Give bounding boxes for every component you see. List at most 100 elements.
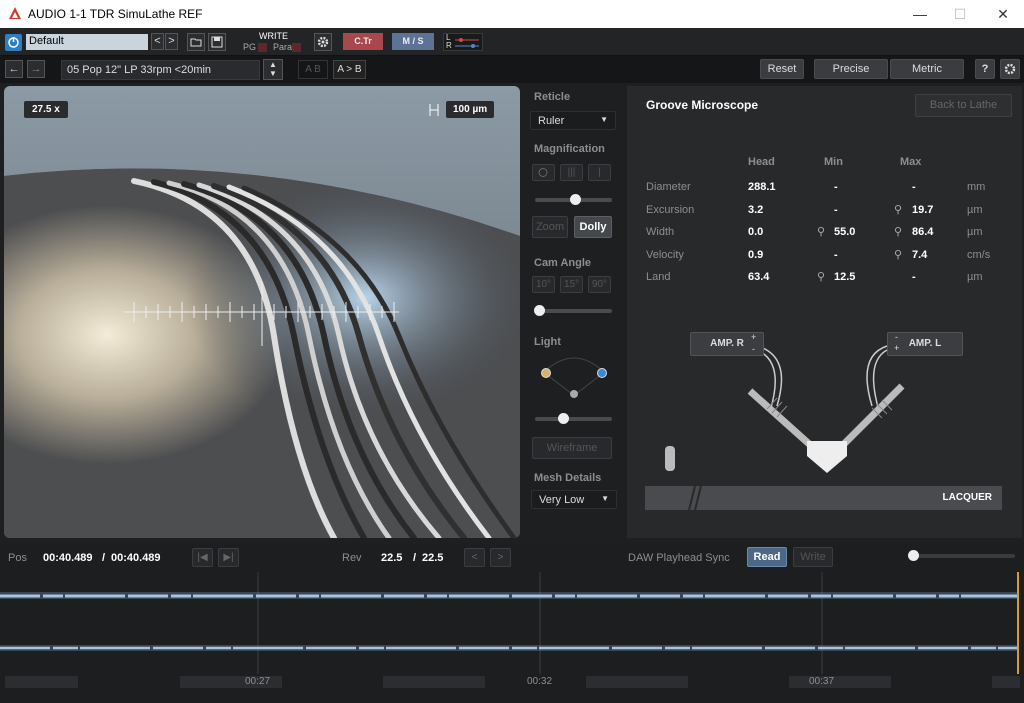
settings-button[interactable] <box>314 33 332 51</box>
reset-button[interactable]: Reset <box>760 59 804 79</box>
zoom-button[interactable]: Zoom <box>532 216 568 238</box>
transport-panel: Pos 00:40.489 / 00:40.489 |◀ ▶| Rev 22.5… <box>0 544 1024 703</box>
groove-microscope-panel: Groove Microscope Back to Lathe Head Min… <box>627 86 1022 538</box>
circle-icon <box>538 168 548 177</box>
locate-min-icon[interactable]: ⚲ <box>817 225 825 238</box>
close-button[interactable]: ✕ <box>983 3 1023 25</box>
light-slider-knob[interactable] <box>558 413 569 424</box>
pg-indicator[interactable] <box>258 43 267 52</box>
row-label: Width <box>646 226 675 238</box>
row-diameter: Diameter 288.1 - - mm <box>627 181 1022 195</box>
open-folder-button[interactable] <box>187 33 205 51</box>
preset-name-field[interactable]: Default <box>26 34 148 50</box>
back-button[interactable]: ← <box>5 60 23 78</box>
row-min: - <box>834 204 838 216</box>
pg-label: PG <box>243 42 257 52</box>
row-land: Land 63.4 ⚲ 12.5 - µm <box>627 271 1022 285</box>
groove-3d-view[interactable]: 27.5 x 100 µm <box>4 86 520 538</box>
rev-next-button[interactable]: > <box>490 548 511 567</box>
pos-value: 00:40.489 <box>43 552 93 564</box>
mesh-details-select[interactable]: Very Low ▼ <box>531 490 617 509</box>
angle-10-button[interactable]: 10° <box>532 276 555 293</box>
scale-readout: 100 µm <box>446 101 495 118</box>
a-to-b-button[interactable]: A > B <box>333 60 366 79</box>
metric-button[interactable]: Metric <box>890 59 964 79</box>
save-button[interactable] <box>208 33 226 51</box>
locate-max-icon[interactable]: ⚲ <box>894 248 902 261</box>
ab-button[interactable]: A B <box>298 60 328 79</box>
minimize-button[interactable]: — <box>900 3 940 25</box>
pos-separator: / <box>102 552 106 564</box>
locate-max-icon[interactable]: ⚲ <box>894 225 902 238</box>
magnification-slider-knob[interactable] <box>570 194 581 205</box>
angle-90-button[interactable]: 90° <box>588 276 611 293</box>
precise-button[interactable]: Precise <box>814 59 888 79</box>
row-unit: µm <box>967 271 983 283</box>
cam-angle-slider-knob[interactable] <box>534 305 545 316</box>
gear-icon <box>317 36 329 48</box>
row-max: - <box>912 181 916 193</box>
timeline-ruler: 00:27 00:32 00:37 <box>0 676 1024 690</box>
preset-next-button[interactable]: > <box>165 33 178 50</box>
light-slider[interactable] <box>535 417 612 421</box>
row-velocity: Velocity 0.9 - ⚲ 7.4 cm/s <box>627 249 1022 263</box>
row-max: - <box>912 271 916 283</box>
lr-meter[interactable]: L R <box>443 33 483 51</box>
lacquer-label: LACQUER <box>942 492 992 503</box>
waveform[interactable] <box>0 572 1024 677</box>
light-position-control[interactable] <box>534 354 614 404</box>
write-label: WRITE <box>259 31 288 41</box>
row-head: 0.0 <box>748 226 764 238</box>
mag-triple-button[interactable]: ||| <box>560 164 583 181</box>
wireframe-button[interactable]: Wireframe <box>532 437 612 459</box>
power-icon <box>8 37 19 48</box>
tick-label: 00:37 <box>809 676 835 687</box>
power-button[interactable] <box>5 34 22 51</box>
lr-meter-icon <box>455 38 479 48</box>
tick-label: 00:32 <box>527 676 553 687</box>
write-button[interactable]: Write <box>793 547 833 567</box>
mag-circle-button[interactable] <box>532 164 555 181</box>
para-indicator[interactable] <box>292 43 301 52</box>
row-max: 19.7 <box>912 204 934 216</box>
sync-slider[interactable] <box>912 554 1015 558</box>
rev-label: Rev <box>342 552 362 564</box>
skip-forward-button[interactable]: ▶| <box>218 548 239 567</box>
save-icon <box>211 36 223 48</box>
cam-angle-slider[interactable] <box>535 309 612 313</box>
window-title: AUDIO 1-1 TDR SimuLathe REF <box>28 7 203 21</box>
options-button[interactable] <box>1000 59 1020 79</box>
skip-back-button[interactable]: |◀ <box>192 548 213 567</box>
rev-value: 22.5 <box>381 552 403 564</box>
groove-render <box>4 86 520 538</box>
col-max: Max <box>900 156 922 168</box>
ms-button[interactable]: M / S <box>392 33 434 50</box>
r-label: R <box>446 41 452 50</box>
cam-angle-label: Cam Angle <box>534 257 592 269</box>
dolly-button[interactable]: Dolly <box>574 216 612 238</box>
locate-min-icon[interactable]: ⚲ <box>817 270 825 283</box>
row-excursion: Excursion 3.2 - ⚲ 19.7 µm <box>627 204 1022 218</box>
sync-slider-knob[interactable] <box>908 550 919 561</box>
amp-r-plus: + <box>751 332 757 342</box>
row-head: 3.2 <box>748 204 764 216</box>
forward-button[interactable]: → <box>27 60 45 78</box>
read-button[interactable]: Read <box>747 547 787 567</box>
angle-15-button[interactable]: 15° <box>560 276 583 293</box>
panel-title: Groove Microscope <box>646 98 759 112</box>
track-preset-field[interactable]: 05 Pop 12" LP 33rpm <20min <box>61 60 260 80</box>
row-unit: µm <box>967 226 983 238</box>
back-to-lathe-button[interactable]: Back to Lathe <box>915 94 1012 117</box>
track-preset-stepper[interactable]: ▲ ▼ <box>263 59 283 80</box>
pos-total: 00:40.489 <box>111 552 161 564</box>
mag-single-button[interactable]: | <box>588 164 611 181</box>
locate-max-icon[interactable]: ⚲ <box>894 203 902 216</box>
rev-prev-button[interactable]: < <box>464 548 485 567</box>
help-button[interactable]: ? <box>975 59 995 79</box>
maximize-button[interactable]: ☐ <box>940 3 980 25</box>
row-min: 12.5 <box>834 271 856 283</box>
preset-prev-button[interactable]: < <box>151 33 164 50</box>
col-min: Min <box>824 156 843 168</box>
reticle-select[interactable]: Ruler ▼ <box>530 111 616 130</box>
ctr-button[interactable]: C.Tr <box>343 33 383 50</box>
